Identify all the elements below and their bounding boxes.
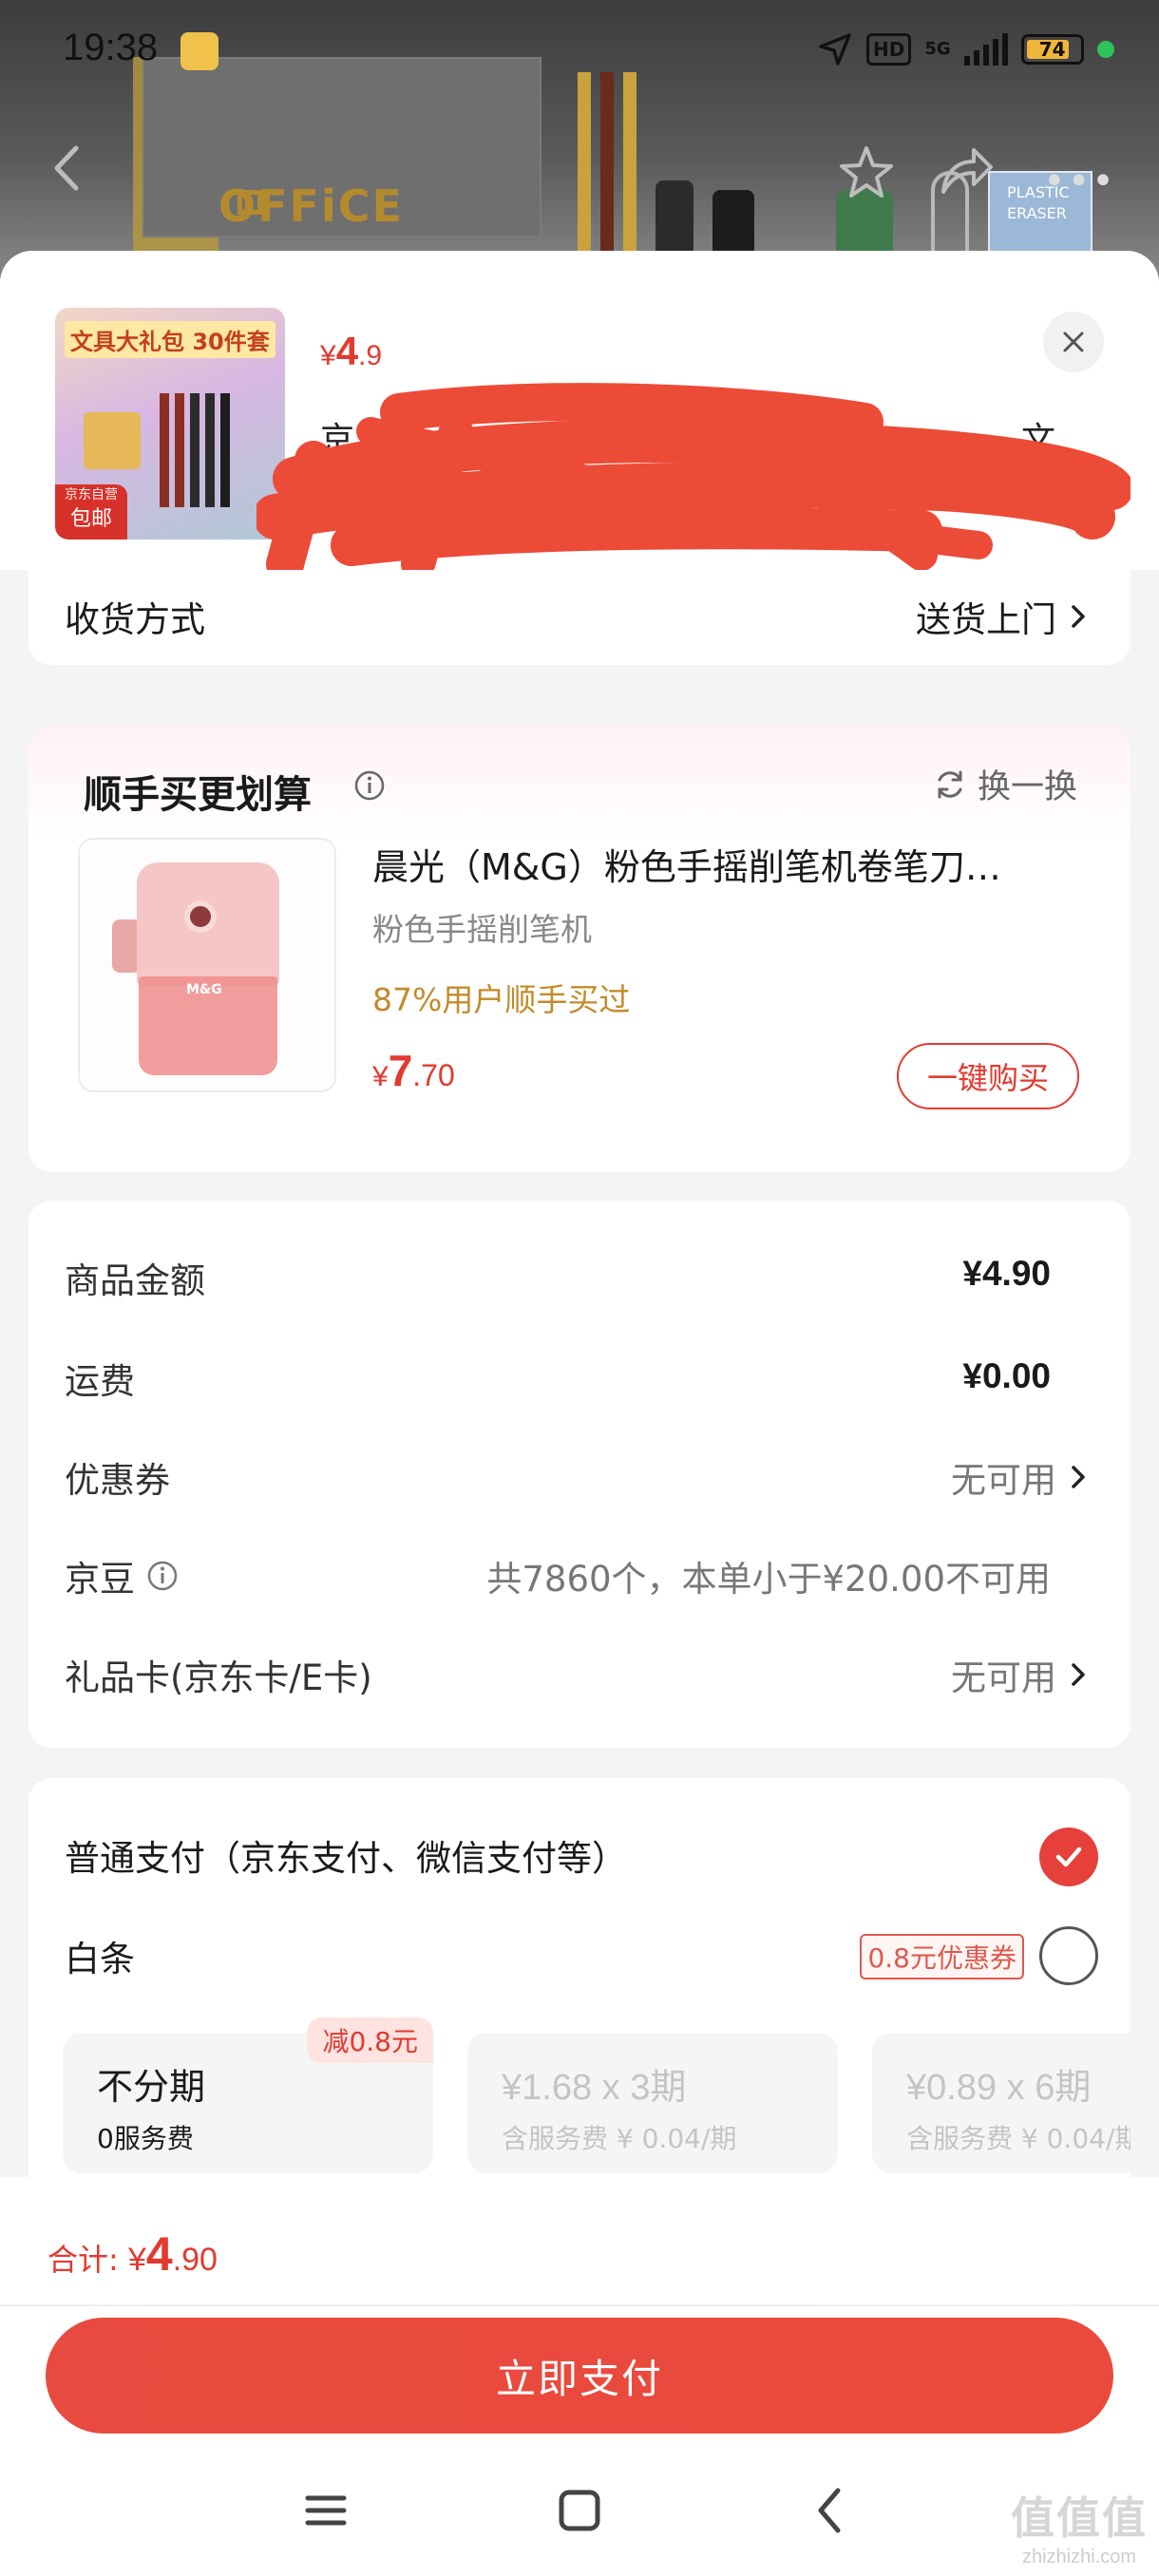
refresh-icon: [938, 770, 962, 798]
recommendation-bought-rate: 87%用户顺手买过: [372, 981, 631, 1018]
more-dots-icon[interactable]: •••: [1043, 160, 1116, 203]
status-bar: 19:38 HD 5G 74: [0, 0, 1159, 104]
product-price: ¥4.9: [320, 329, 383, 373]
coupon-label: 优惠券: [65, 1460, 170, 1501]
shipping-label: 运费: [65, 1361, 135, 1402]
jd-beans-value: 共7860个，本单小于¥20.00不可用: [486, 1559, 1051, 1600]
badge-bottom-text: 包邮: [69, 507, 112, 531]
redaction-scribble: [256, 383, 1130, 583]
recommendation-spec: 粉色手摇削笔机: [372, 911, 592, 948]
sharpener-image[interactable]: M&G: [78, 838, 336, 1092]
gift-card-label: 礼品卡(京东卡/E卡): [65, 1657, 372, 1698]
installment-fee: 含服务费 ¥ 0.04/期: [502, 2123, 737, 2154]
network-type: 5G: [924, 39, 951, 59]
chevron-right-icon: [1072, 1466, 1085, 1488]
badge-top-text: 京东自营: [65, 487, 118, 502]
recommendation-price: ¥7.70: [372, 1046, 455, 1095]
installment-fee: 含服务费 ¥ 0.04/期: [906, 2123, 1130, 2154]
installment-option[interactable]: ¥0.89 x 6期 含服务费 ¥ 0.04/期: [872, 2033, 1130, 2173]
privacy-dot-icon: [1096, 41, 1114, 58]
thumbnail-title: 文具大礼包 30件套: [65, 321, 276, 358]
divider: [0, 2304, 1159, 2306]
coupon-row-value[interactable]: 无可用: [951, 1451, 1091, 1503]
close-button[interactable]: [1043, 312, 1104, 372]
pay-now-button[interactable]: 立即支付: [46, 2318, 1113, 2434]
back-arrow-icon[interactable]: [48, 142, 86, 194]
delivery-value: 送货上门: [916, 591, 1091, 642]
info-icon[interactable]: [146, 1560, 179, 1592]
background-office-text: OFFiCE: [218, 180, 404, 232]
delivery-label: 收货方式: [65, 599, 205, 640]
checkmark-icon: [1055, 1847, 1082, 1867]
installment-fee: 0服务费: [97, 2123, 194, 2154]
shipping-value: ¥0.00: [962, 1356, 1051, 1395]
order-total: 合计: ¥4.90: [48, 2227, 218, 2281]
baitiao-radio[interactable]: [1039, 1926, 1098, 1985]
self-operated-badge: 京东自营 包邮: [55, 484, 127, 540]
signal-bars-icon: [963, 33, 1008, 66]
installment-title: ¥1.68 x 3期: [502, 2068, 687, 2108]
installment-option[interactable]: 减0.8元 不分期 0服务费: [63, 2017, 433, 2173]
normal-payment-radio-checked[interactable]: [1039, 1828, 1098, 1886]
product-thumbnail[interactable]: 文具大礼包 30件套 京东自营 包邮: [55, 308, 285, 540]
product-header: 文具大礼包 30件套 京东自营 包邮 ¥4.9 京 文 两: [0, 251, 1159, 583]
baitiao-coupon-badge: 0.8元优惠券: [860, 1934, 1024, 1979]
watermark-url: zhizhizhi.com: [1021, 2547, 1137, 2567]
swap-button[interactable]: 换一换: [932, 760, 1077, 808]
installment-discount-tag: 减0.8元: [307, 2017, 433, 2063]
installment-title: 不分期: [97, 2066, 206, 2108]
recommendation-name[interactable]: 晨光（M&G）粉色手摇削笔机卷笔刀…: [372, 838, 1094, 890]
notification-app-icon: [180, 32, 218, 70]
location-arrow-icon: [819, 33, 851, 66]
swap-label: 换一换: [977, 768, 1077, 806]
battery-percent: 74: [1038, 38, 1066, 61]
watermark-logo: 值值值: [1011, 2493, 1148, 2543]
back-icon[interactable]: [798, 2477, 864, 2544]
system-navigation-bar: 值值值 zhizhizhi.com: [0, 2451, 1159, 2576]
goods-amount-value: ¥4.90: [962, 1254, 1051, 1293]
goods-amount-label: 商品金额: [65, 1260, 205, 1301]
sharpener-logo: M&G: [186, 982, 222, 997]
add-on-recommendation-card: 顺手买更划算 换一换 M&G 晨光（M&G）粉色手摇削笔机卷笔刀… 粉色手摇削笔…: [28, 726, 1130, 1172]
installment-title: ¥0.89 x 6期: [906, 2068, 1092, 2108]
installment-option[interactable]: ¥1.68 x 3期 含服务费 ¥ 0.04/期: [467, 2033, 838, 2173]
home-square-icon[interactable]: [546, 2477, 613, 2544]
coupon-value: 无可用: [951, 1460, 1056, 1501]
delivery-method-row[interactable]: 收货方式 送货上门: [28, 570, 1130, 665]
normal-payment-label[interactable]: 普通支付（京东支付、微信支付等）: [65, 1829, 627, 1881]
thumbnail-notebook: [84, 412, 141, 469]
recommendation-title: 顺手买更划算: [84, 773, 312, 817]
status-icons: HD 5G 74: [817, 28, 1114, 70]
baitiao-label[interactable]: 白条: [65, 1930, 135, 1981]
close-icon: [1063, 331, 1084, 352]
gift-card-value: 无可用: [951, 1657, 1056, 1698]
jd-beans-label: 京豆: [65, 1550, 179, 1601]
info-icon[interactable]: [353, 769, 386, 802]
hd-icon: HD: [866, 33, 912, 66]
share-icon[interactable]: [936, 142, 995, 198]
sharpener-hole: [184, 900, 217, 933]
favorite-star-icon[interactable]: [836, 142, 897, 203]
chevron-right-icon: [1072, 605, 1085, 628]
gift-card-row-value[interactable]: 无可用: [951, 1649, 1091, 1700]
thumbnail-pens: [160, 393, 169, 507]
battery-icon: 74: [1020, 34, 1084, 65]
watermark: 值值值 zhizhizhi.com: [1011, 2484, 1148, 2568]
chevron-right-icon: [1072, 1663, 1085, 1686]
one-click-buy-button[interactable]: 一键购买: [897, 1043, 1079, 1109]
menu-icon[interactable]: [293, 2477, 359, 2544]
order-summary-card: 商品金额 ¥4.90 运费 ¥0.00 优惠券 无可用 京豆 共7860个，本单…: [28, 1201, 1130, 1748]
status-time: 19:38: [63, 27, 159, 68]
